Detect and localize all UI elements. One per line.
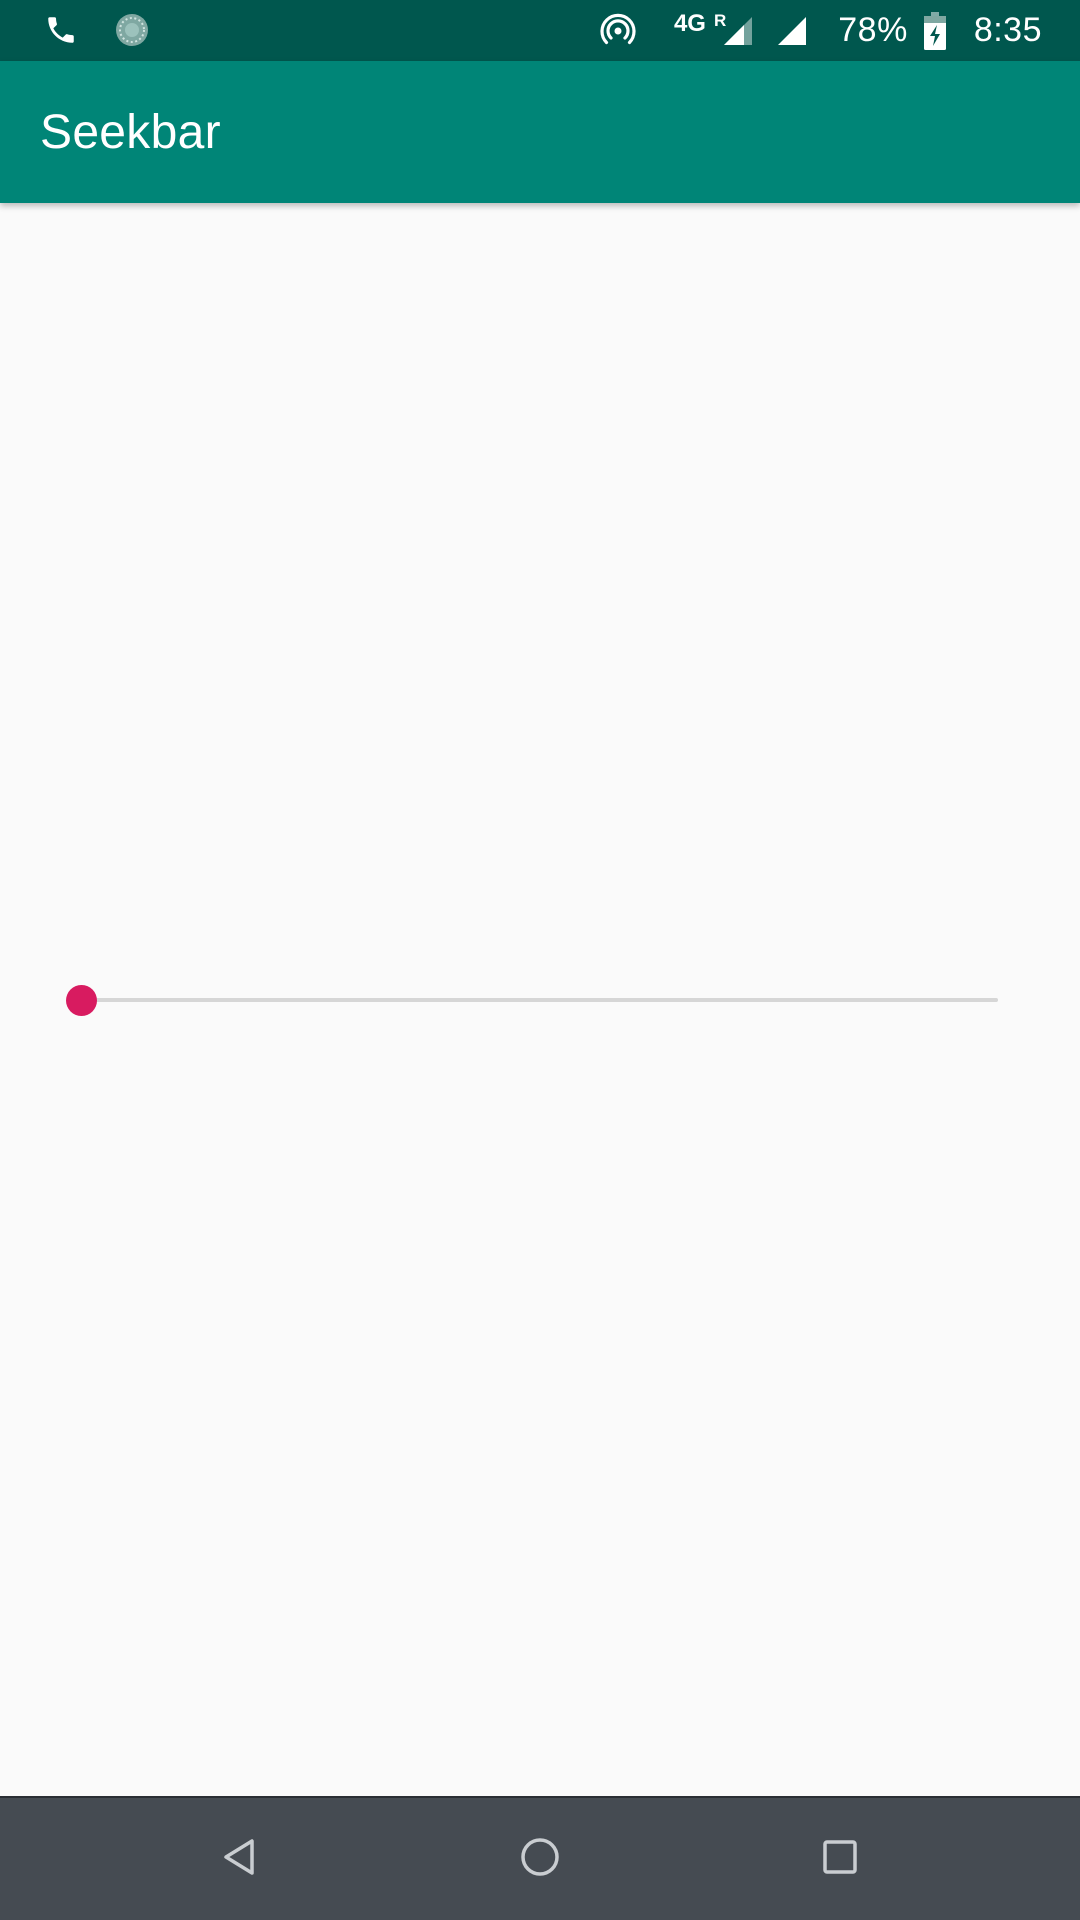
app-title: Seekbar xyxy=(40,106,221,159)
phone-icon xyxy=(44,13,78,47)
seekbar-thumb[interactable] xyxy=(65,985,97,1016)
status-bar: 4G R 78% 8:35 xyxy=(0,0,1080,61)
recents-icon xyxy=(818,1835,862,1884)
hotspot-icon xyxy=(598,11,638,51)
seekbar-track[interactable] xyxy=(81,998,998,1002)
screen: 4G R 78% 8:35 Seekbar xyxy=(0,0,1080,1920)
home-button[interactable] xyxy=(480,1798,600,1920)
status-bar-right: 4G R 78% 8:35 xyxy=(598,0,1042,61)
recents-button[interactable] xyxy=(780,1798,900,1920)
navigation-bar xyxy=(0,1796,1080,1920)
network-type-label: 4G xyxy=(673,9,706,37)
battery-charging-icon xyxy=(923,11,946,50)
signal-icon xyxy=(776,15,808,47)
signal-roaming-icon xyxy=(722,15,754,47)
home-icon xyxy=(518,1835,562,1884)
battery-percent: 78% xyxy=(838,11,908,49)
clock: 8:35 xyxy=(973,11,1042,49)
status-bar-left xyxy=(44,10,150,50)
seekbar[interactable] xyxy=(50,975,1010,1025)
back-button[interactable] xyxy=(180,1798,300,1920)
back-icon xyxy=(218,1835,262,1884)
sync-status-icon xyxy=(114,12,150,48)
app-bar: Seekbar xyxy=(0,61,1080,203)
